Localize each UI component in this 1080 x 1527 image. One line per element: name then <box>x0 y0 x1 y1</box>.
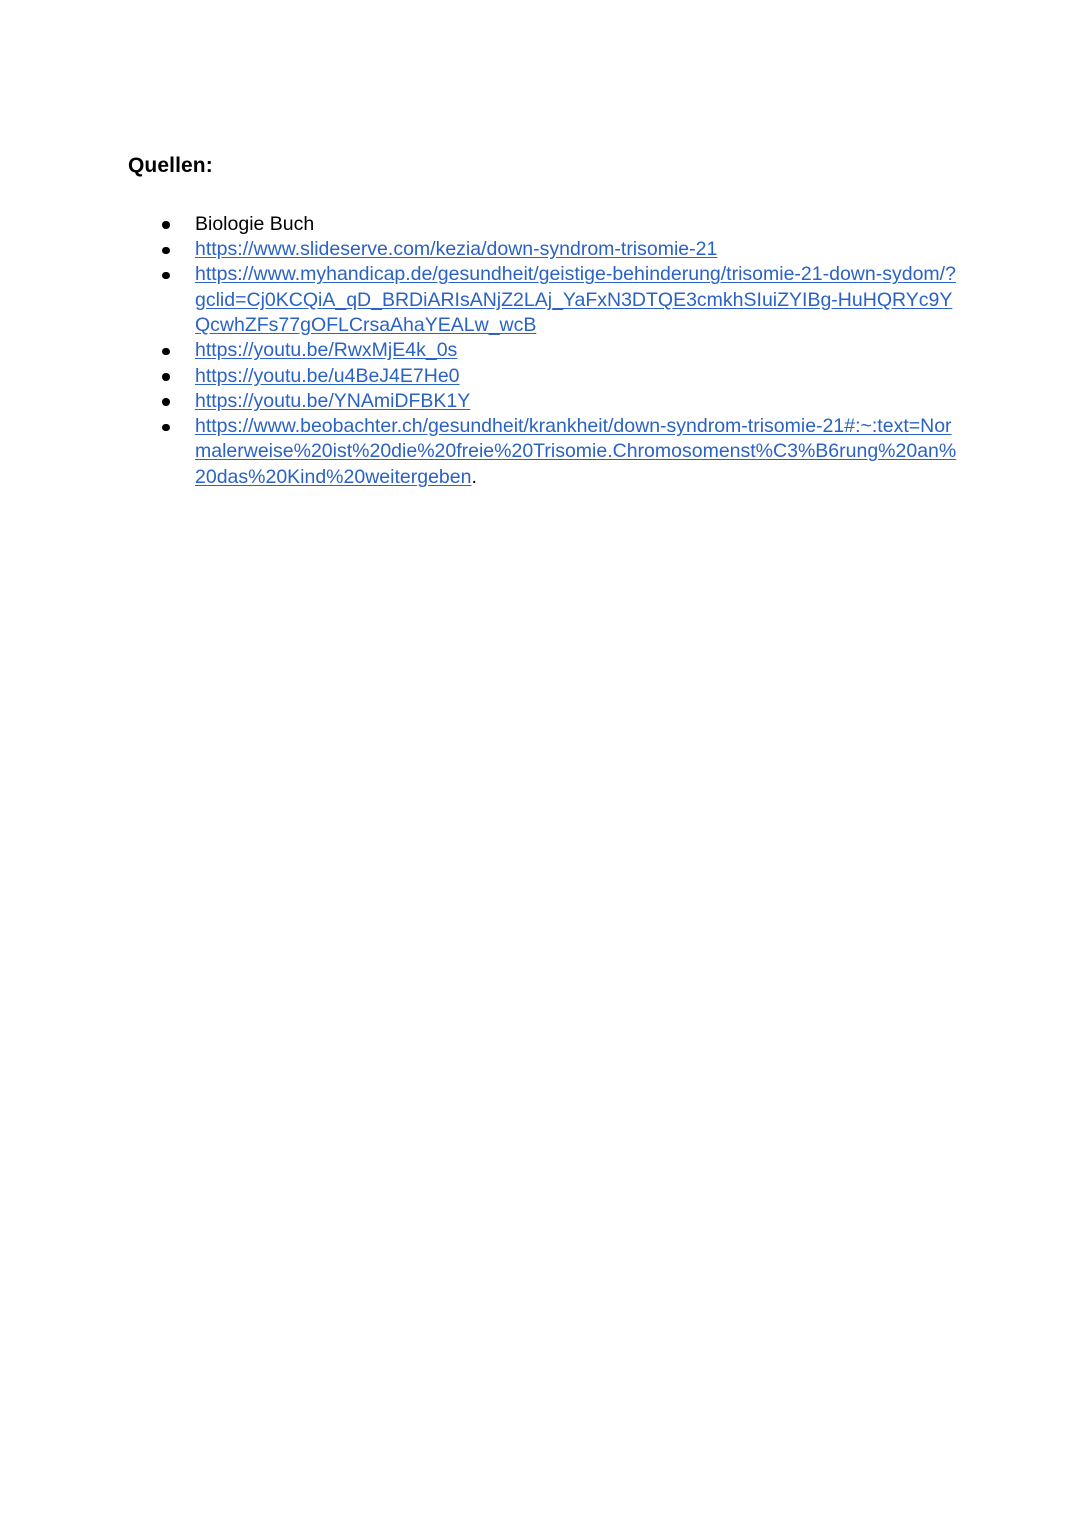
list-item: https://youtu.be/YNAmiDFBK1Y <box>128 389 958 414</box>
source-link[interactable]: https://youtu.be/u4BeJ4E7He0 <box>195 365 460 387</box>
source-link[interactable]: https://youtu.be/YNAmiDFBK1Y <box>195 390 470 412</box>
sources-list: Biologie Buch https://www.slideserve.com… <box>128 212 958 490</box>
source-link[interactable]: https://www.beobachter.ch/gesundheit/kra… <box>195 415 956 488</box>
document-page: Quellen: Biologie Buch https://www.slide… <box>0 0 1080 1527</box>
list-item: https://www.beobachter.ch/gesundheit/kra… <box>128 414 958 490</box>
source-link[interactable]: https://www.slideserve.com/kezia/down-sy… <box>195 238 717 260</box>
source-text: Biologie Buch <box>195 212 315 235</box>
document-body: Quellen: Biologie Buch https://www.slide… <box>128 152 958 490</box>
list-item: https://youtu.be/u4BeJ4E7He0 <box>128 364 958 389</box>
page-title: Quellen: <box>128 154 213 177</box>
list-item: https://www.myhandicap.de/gesundheit/gei… <box>128 262 958 338</box>
list-item: Biologie Buch <box>128 212 958 237</box>
source-link[interactable]: https://youtu.be/RwxMjE4k_0s <box>195 339 457 361</box>
sentence-period: . <box>471 465 477 488</box>
source-link[interactable]: https://www.myhandicap.de/gesundheit/gei… <box>195 263 956 336</box>
list-item: https://youtu.be/RwxMjE4k_0s <box>128 338 958 363</box>
list-item: https://www.slideserve.com/kezia/down-sy… <box>128 237 958 262</box>
